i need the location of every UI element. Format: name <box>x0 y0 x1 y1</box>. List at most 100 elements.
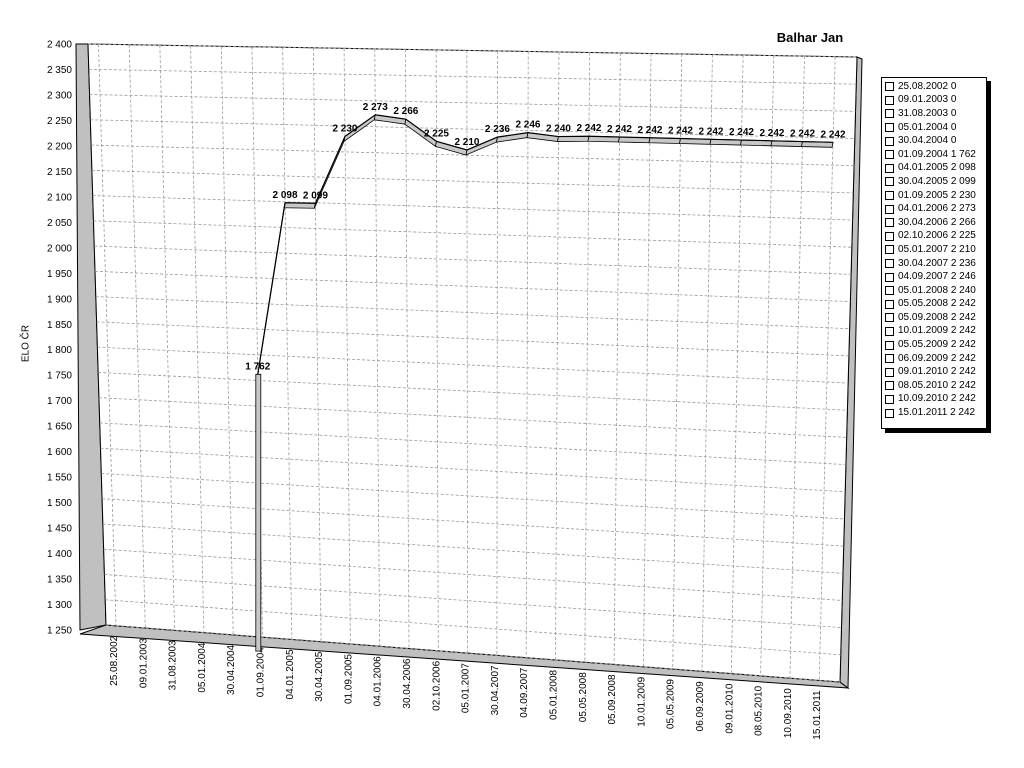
legend-swatch-icon <box>885 191 894 201</box>
legend-item: 30.04.2006 2 266 <box>885 216 986 230</box>
legend-item: 09.01.2010 2 242 <box>885 365 986 379</box>
x-tick-label: 30.04.2007 <box>490 665 501 715</box>
legend-label: 05.09.2008 2 242 <box>898 311 976 323</box>
legend-item: 01.09.2005 2 230 <box>885 189 986 203</box>
data-label: 2 266 <box>393 106 418 117</box>
legend-swatch-icon <box>885 163 894 173</box>
legend-label: 01.09.2004 1 762 <box>898 148 976 160</box>
data-label: 2 242 <box>607 124 632 135</box>
legend-item: 30.04.2007 2 236 <box>885 257 986 271</box>
y-tick-label: 1 500 <box>47 498 72 509</box>
y-tick-label: 2 250 <box>47 116 72 127</box>
legend-label: 09.01.2003 0 <box>898 94 957 106</box>
x-tick-label: 04.01.2005 <box>285 649 296 699</box>
y-tick-label: 1 550 <box>47 473 72 484</box>
y-tick-label: 1 300 <box>47 600 72 611</box>
data-label: 2 242 <box>637 125 662 136</box>
y-tick-label: 1 450 <box>47 524 72 535</box>
data-label: 2 246 <box>515 120 540 131</box>
legend-swatch-icon <box>885 286 894 296</box>
legend-item: 05.01.2007 2 210 <box>885 243 986 257</box>
series-drop-segment <box>255 373 262 652</box>
x-tick-label: 30.04.2005 <box>314 651 325 701</box>
x-tick-label: 09.01.2003 <box>138 638 149 688</box>
legend-label: 10.01.2009 2 242 <box>898 325 976 337</box>
legend-label: 05.05.2009 2 242 <box>898 339 976 351</box>
x-tick-label: 08.05.2010 <box>754 685 765 735</box>
legend-item: 05.01.2004 0 <box>885 121 986 135</box>
x-tick-label: 05.09.2008 <box>607 674 618 724</box>
legend-label: 31.08.2003 0 <box>898 107 957 119</box>
y-tick-label: 1 900 <box>47 294 72 305</box>
legend-swatch-icon <box>885 313 894 323</box>
legend-item: 04.01.2005 2 098 <box>885 162 986 176</box>
legend-item: 10.01.2009 2 242 <box>885 325 986 339</box>
x-tick-label: 05.01.2008 <box>549 669 560 719</box>
legend-item: 30.04.2004 0 <box>885 134 986 148</box>
legend-item: 09.01.2003 0 <box>885 94 986 108</box>
y-tick-label: 1 650 <box>47 422 72 433</box>
legend-item: 05.01.2008 2 240 <box>885 284 986 298</box>
x-tick-label: 01.09.2004 <box>256 647 267 697</box>
y-tick-label: 1 600 <box>47 447 72 458</box>
legend-item: 15.01.2011 2 242 <box>885 406 986 420</box>
legend-swatch-icon <box>885 394 894 404</box>
x-tick-label: 10.01.2009 <box>636 676 647 726</box>
legend-label: 05.05.2008 2 242 <box>898 298 976 310</box>
data-label: 2 242 <box>729 127 754 138</box>
legend-item: 04.09.2007 2 246 <box>885 270 986 284</box>
y-tick-label: 1 700 <box>47 396 72 407</box>
data-label: 2 098 <box>273 190 298 201</box>
line-chart: 1 250 1 300 1 350 1 400 1 450 1 500 1 550 1 600… <box>47 40 863 740</box>
data-label: 2 242 <box>820 129 845 140</box>
legend-item: 25.08.2002 0 <box>885 80 986 94</box>
legend-item: 01.09.2004 1 762 <box>885 148 986 162</box>
legend-swatch-icon <box>885 272 894 282</box>
x-tick-label: 31.08.2003 <box>168 640 179 690</box>
legend-item: 04.01.2006 2 273 <box>885 202 986 216</box>
data-label: 2 099 <box>303 190 328 201</box>
legend-label: 10.09.2010 2 242 <box>898 393 976 405</box>
y-tick-label: 2 050 <box>47 218 72 229</box>
x-tick-label: 05.05.2009 <box>666 679 677 729</box>
legend-item: 31.08.2003 0 <box>885 107 986 121</box>
x-tick-label: 10.09.2010 <box>783 688 794 738</box>
x-tick-label: 30.04.2004 <box>226 644 237 694</box>
legend-item: 06.09.2009 2 242 <box>885 352 986 366</box>
legend-swatch-icon <box>885 367 894 377</box>
x-tick-label: 02.10.2006 <box>431 660 442 710</box>
legend-swatch-icon <box>885 340 894 350</box>
legend-label: 05.01.2004 0 <box>898 121 957 133</box>
x-tick-label: 09.01.2010 <box>724 683 735 733</box>
data-label: 2 273 <box>363 102 388 113</box>
legend-swatch-icon <box>885 408 894 418</box>
y-tick-label: 1 750 <box>47 371 72 382</box>
y-tick-label: 2 200 <box>47 141 72 152</box>
data-label: 2 225 <box>424 128 449 139</box>
x-tick-label: 01.09.2005 <box>343 654 354 704</box>
legend-label: 30.04.2006 2 266 <box>898 216 976 228</box>
legend-label: 02.10.2006 2 225 <box>898 230 976 242</box>
y-tick-label: 1 250 <box>47 626 72 637</box>
data-label: 2 230 <box>332 123 357 134</box>
legend-item: 08.05.2010 2 242 <box>885 379 986 393</box>
data-label: 2 242 <box>790 129 815 140</box>
y-tick-label: 2 350 <box>47 65 72 76</box>
y-axis-ticks: 1 250 1 300 1 350 1 400 1 450 1 500 1 550 1 600… <box>47 40 72 637</box>
legend-swatch-icon <box>885 326 894 336</box>
legend-label: 05.01.2008 2 240 <box>898 284 976 296</box>
legend-label: 09.01.2010 2 242 <box>898 366 976 378</box>
legend-swatch-icon <box>885 123 894 133</box>
y-tick-label: 1 350 <box>47 575 72 586</box>
x-tick-label: 25.08.2002 <box>109 635 120 685</box>
legend-swatch-icon <box>885 299 894 309</box>
legend-label: 04.09.2007 2 246 <box>898 271 976 283</box>
legend-item: 10.09.2010 2 242 <box>885 393 986 407</box>
legend-label: 04.01.2005 2 098 <box>898 162 976 174</box>
legend-swatch-icon <box>885 136 894 146</box>
legend-label: 30.04.2005 2 099 <box>898 175 976 187</box>
legend-item: 05.05.2008 2 242 <box>885 298 986 312</box>
data-label: 1 762 <box>245 361 270 372</box>
legend-label: 08.05.2010 2 242 <box>898 379 976 391</box>
data-label: 2 240 <box>546 124 571 135</box>
